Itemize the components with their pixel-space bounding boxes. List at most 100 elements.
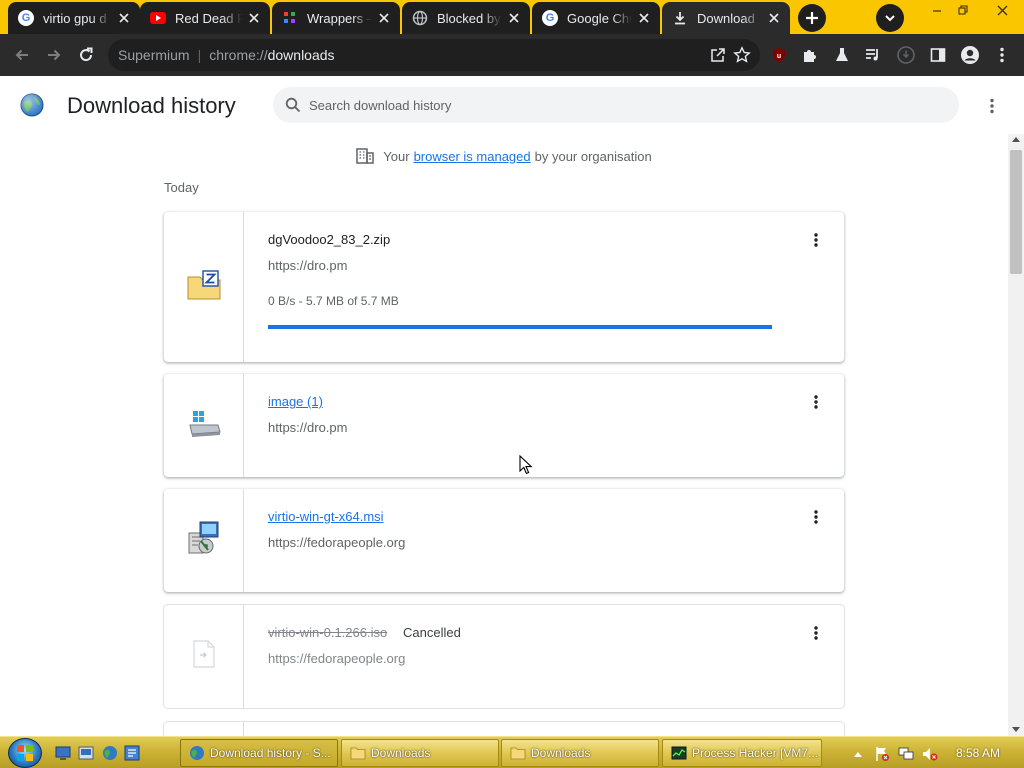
- file-icon-column: [164, 605, 244, 708]
- chrome-icon: [189, 745, 205, 761]
- start-button[interactable]: [8, 738, 42, 768]
- globe-icon: [412, 10, 428, 26]
- close-window-button[interactable]: [982, 0, 1022, 20]
- wrappers-icon: [282, 10, 298, 26]
- extensions-button[interactable]: [798, 43, 822, 67]
- browser-managed-link[interactable]: browser is managed: [414, 149, 531, 164]
- search-downloads-field[interactable]: Search download history: [273, 87, 959, 123]
- taskbar-button-label: Downloads: [531, 746, 591, 760]
- download-item-menu-button[interactable]: [806, 392, 826, 412]
- download-item: dgVoodoo2_83_2.zip https://dro.pm 0 B/s …: [164, 212, 844, 362]
- close-icon: [997, 5, 1007, 15]
- ublock-extension-button[interactable]: u: [767, 43, 791, 67]
- youtube-icon: [150, 10, 166, 26]
- browser-quicklaunch-icon[interactable]: [102, 745, 118, 761]
- restore-button[interactable]: [948, 0, 978, 20]
- file-icon-column: [164, 374, 244, 477]
- downloads-toolbar-button[interactable]: [894, 43, 918, 67]
- tab-download-history[interactable]: Download: [662, 2, 790, 34]
- close-icon[interactable]: [766, 10, 782, 26]
- download-filename-link[interactable]: image (1): [268, 394, 323, 409]
- download-item-menu-button[interactable]: [806, 623, 826, 643]
- tab-blocked[interactable]: Blocked by: [402, 2, 530, 34]
- system-clock[interactable]: 8:58 AM: [956, 746, 1000, 760]
- tab-title: virtio gpu d: [43, 10, 107, 26]
- google-icon: G: [542, 10, 558, 26]
- share-button[interactable]: [706, 43, 730, 67]
- scrollbar-thumb[interactable]: [1010, 150, 1022, 274]
- network-icon[interactable]: [898, 746, 914, 762]
- close-icon[interactable]: [636, 10, 652, 26]
- tab-search-button[interactable]: [876, 4, 904, 32]
- download-progress-fill: [268, 325, 772, 329]
- bookmark-button[interactable]: [730, 43, 754, 67]
- chevron-up-icon: [854, 752, 862, 757]
- tab-red-dead[interactable]: Red Dead R: [140, 2, 270, 34]
- tab-virtio-gpu[interactable]: G virtio gpu d: [8, 2, 140, 34]
- app-quicklaunch-icon[interactable]: [124, 745, 140, 761]
- reload-button[interactable]: [74, 43, 98, 67]
- side-panel-icon: [930, 48, 946, 62]
- action-center-flag-icon[interactable]: [874, 746, 890, 762]
- tab-title: Google Chr: [567, 10, 632, 26]
- svg-text:u: u: [777, 53, 781, 60]
- search-icon: [285, 96, 303, 114]
- mouse-cursor-icon: [519, 454, 533, 475]
- taskbar-button-download-history[interactable]: Download history - S...: [180, 739, 338, 767]
- taskbar-button-downloads[interactable]: Downloads: [501, 739, 659, 767]
- explorer-quicklaunch-icon[interactable]: [78, 745, 94, 761]
- back-arrow-icon: [15, 49, 28, 61]
- show-desktop-icon[interactable]: [55, 745, 71, 761]
- profile-button[interactable]: [958, 43, 982, 67]
- scroll-up-arrow-icon[interactable]: [1012, 137, 1020, 142]
- file-icon-column: [164, 212, 244, 362]
- volume-muted-icon[interactable]: [922, 746, 938, 762]
- tab-wrappers[interactable]: Wrappers –: [272, 2, 400, 34]
- close-icon[interactable]: [376, 10, 392, 26]
- managed-prefix: Your: [383, 148, 410, 164]
- kebab-menu-icon: [814, 233, 818, 247]
- browser-toolbar: Supermium | chrome://downloads u: [0, 34, 1024, 76]
- taskbar-button-downloads[interactable]: Downloads: [341, 739, 499, 767]
- back-button[interactable]: [10, 43, 34, 67]
- browser-menu-button[interactable]: [990, 43, 1014, 67]
- close-icon[interactable]: [246, 10, 262, 26]
- labs-button[interactable]: [830, 43, 854, 67]
- show-hidden-icons-button[interactable]: [850, 746, 866, 762]
- avatar-icon: [961, 46, 979, 64]
- generic-file-icon: [192, 640, 216, 673]
- taskbar-button-process-hacker[interactable]: Process Hacker [VM7...: [662, 739, 822, 767]
- zip-archive-icon: [187, 269, 221, 306]
- close-icon[interactable]: [116, 10, 132, 26]
- site-chip: Supermium: [118, 47, 190, 63]
- page-scrollbar[interactable]: [1008, 134, 1024, 736]
- url-path: downloads: [267, 47, 335, 63]
- scroll-down-arrow-icon[interactable]: [1012, 727, 1020, 732]
- flask-icon: [836, 48, 848, 61]
- side-panel-button[interactable]: [926, 43, 950, 67]
- new-tab-button[interactable]: [798, 4, 826, 32]
- download-item-menu-button[interactable]: [806, 507, 826, 527]
- reload-icon: [80, 47, 93, 62]
- address-bar[interactable]: Supermium | chrome://downloads: [108, 39, 760, 71]
- download-item: image (1) https://dro.pm: [164, 374, 844, 477]
- installer-icon: [188, 521, 220, 560]
- downloads-list-area: Your browser is managed by your organisa…: [0, 134, 1008, 736]
- forward-arrow-icon: [48, 49, 61, 61]
- tab-strip: G virtio gpu d Red Dead R Wrappers – Blo…: [0, 0, 1024, 34]
- close-icon[interactable]: [506, 10, 522, 26]
- download-item: virtio-win-gt-x64.msi https://fedorapeop…: [164, 489, 844, 592]
- download-item-menu-button[interactable]: [806, 230, 826, 250]
- folder-icon: [350, 745, 366, 761]
- download-progress-text: 0 B/s - 5.7 MB of 5.7 MB: [268, 294, 399, 308]
- download-progress-icon: [897, 46, 915, 64]
- forward-button[interactable]: [42, 43, 66, 67]
- downloads-menu-button[interactable]: [980, 94, 1004, 118]
- media-controls-button[interactable]: [861, 43, 885, 67]
- download-filename-link[interactable]: virtio-win-gt-x64.msi: [268, 509, 384, 524]
- tab-google-chrome[interactable]: G Google Chr: [532, 2, 660, 34]
- download-filename: dgVoodoo2_83_2.zip: [268, 232, 391, 247]
- folder-icon: [510, 745, 526, 761]
- managed-suffix: by your organisation: [534, 148, 652, 164]
- tab-title: Red Dead R: [175, 10, 242, 26]
